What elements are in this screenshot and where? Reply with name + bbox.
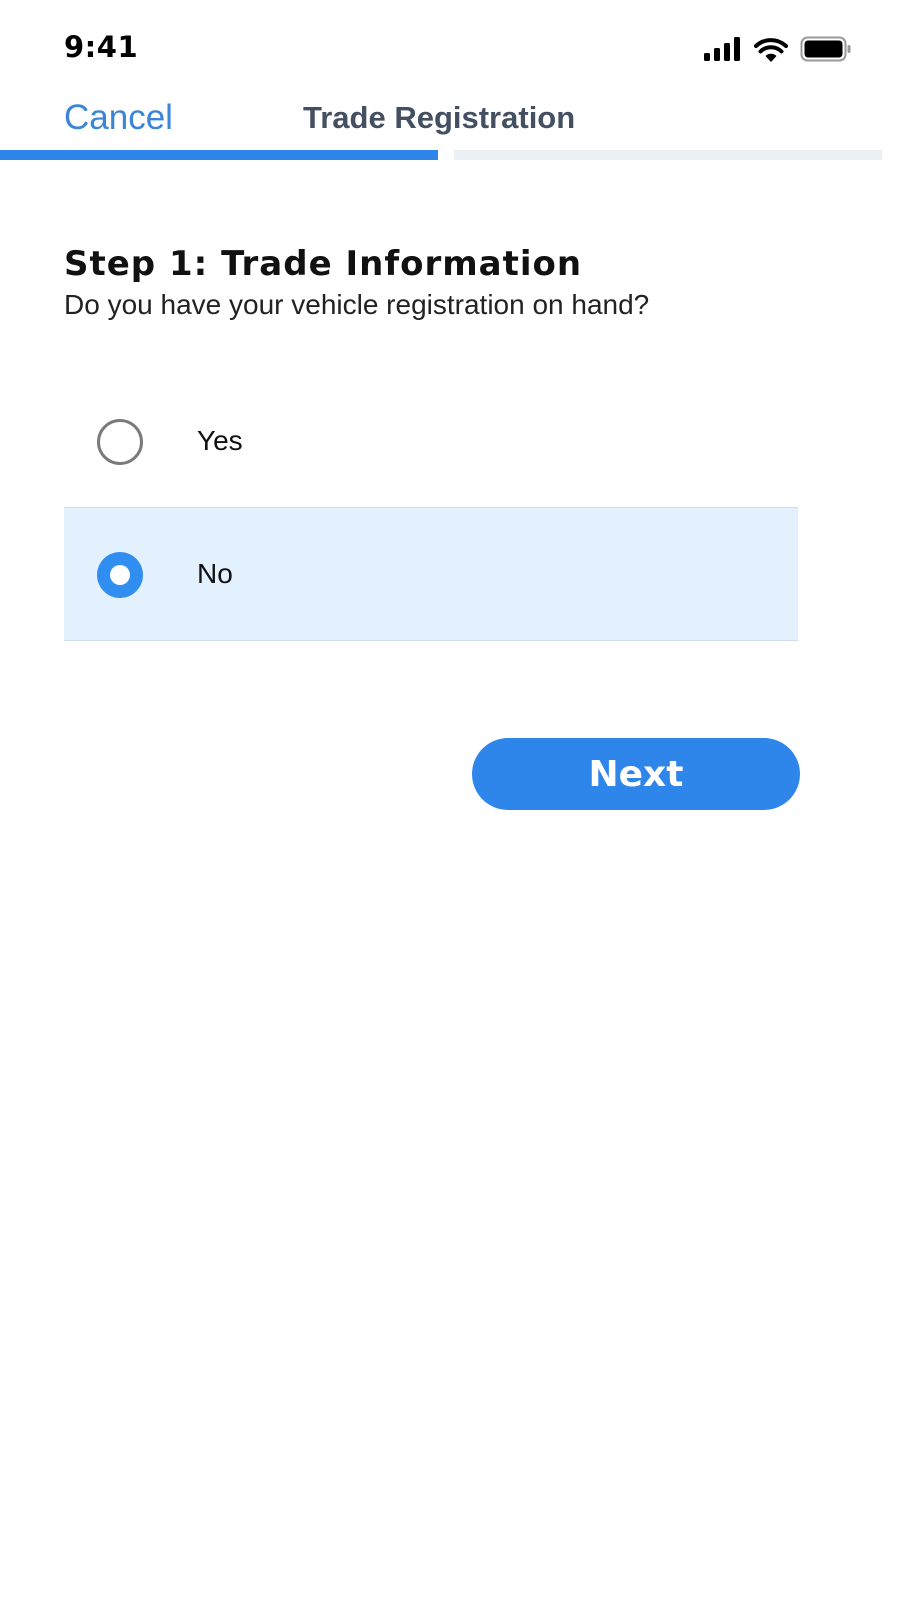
step-question: Do you have your vehicle registration on… [64,289,650,320]
radio-yes[interactable] [97,419,143,465]
cancel-button[interactable]: Cancel [64,98,173,138]
progress-fill [0,150,438,160]
cellular-signal-icon [704,37,742,66]
option-label-no: No [197,558,233,589]
nav-bar: Cancel Trade Registration [0,90,900,150]
option-no[interactable]: No [64,507,798,641]
progress-bar [0,150,900,160]
step-title: Step 1: Trade Information [64,244,583,284]
battery-icon [800,36,852,67]
status-bar: 9:41 [0,0,900,90]
status-icons [704,36,852,67]
option-label-yes: Yes [197,425,243,456]
status-time: 9:41 [64,30,139,64]
page-title: Trade Registration [303,100,576,135]
wifi-icon [754,37,788,67]
option-yes[interactable]: Yes [64,375,798,509]
next-button[interactable]: Next [472,738,800,810]
radio-no[interactable] [97,552,143,598]
progress-track-remaining [454,150,882,160]
